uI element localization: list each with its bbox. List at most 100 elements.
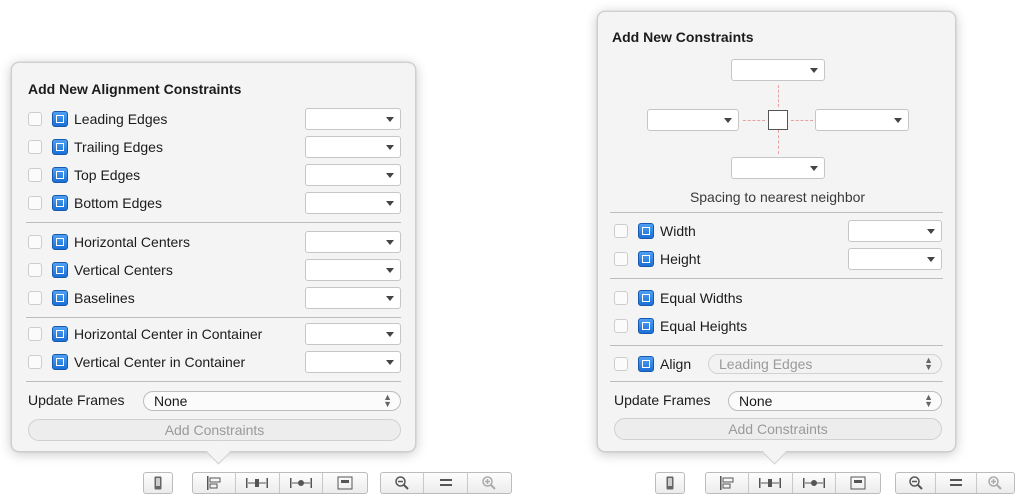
chevron-down-icon[interactable] bbox=[810, 68, 818, 73]
height-value-combo[interactable] bbox=[848, 248, 942, 270]
zoom-out-icon[interactable] bbox=[381, 473, 425, 493]
align-type-value: Leading Edges bbox=[719, 356, 813, 372]
zoom-button-group bbox=[380, 472, 512, 494]
zoom-in-icon[interactable] bbox=[468, 473, 511, 493]
row-label: Bottom Edges bbox=[74, 195, 162, 211]
divider bbox=[610, 345, 943, 346]
constraint-row-leading-edges[interactable]: Leading Edges bbox=[28, 106, 167, 132]
resolve-icon[interactable] bbox=[280, 473, 323, 493]
equal-widths-checkbox[interactable] bbox=[614, 291, 628, 305]
chevron-down-icon[interactable] bbox=[894, 118, 902, 123]
align-icon[interactable] bbox=[706, 473, 750, 493]
width-value-combo[interactable] bbox=[848, 220, 942, 242]
actual-size-icon[interactable] bbox=[936, 473, 977, 493]
equal-heights-checkbox[interactable] bbox=[614, 319, 628, 333]
bottom-spacing-combo[interactable] bbox=[731, 157, 825, 179]
top-edges-offset-combo[interactable] bbox=[305, 164, 401, 186]
baselines-checkbox[interactable] bbox=[28, 291, 42, 305]
constraint-row-width[interactable]: Width bbox=[614, 218, 696, 244]
trailing-spacing-combo[interactable] bbox=[815, 109, 909, 131]
chevron-down-icon[interactable] bbox=[386, 173, 394, 178]
device-icon[interactable] bbox=[656, 473, 684, 493]
pin-icon[interactable] bbox=[236, 473, 280, 493]
top-spacing-combo[interactable] bbox=[731, 59, 825, 81]
zoom-in-icon[interactable] bbox=[977, 473, 1014, 493]
leading-spacing-combo[interactable] bbox=[647, 109, 739, 131]
update-frames-popup[interactable]: None ▲ ▼ bbox=[143, 391, 401, 411]
align-top-edges-icon bbox=[52, 167, 68, 183]
vertical-centers-offset-combo[interactable] bbox=[305, 259, 401, 281]
horizontal-center-in-container-checkbox[interactable] bbox=[28, 327, 42, 341]
actual-size-icon[interactable] bbox=[424, 473, 468, 493]
add-constraints-button[interactable]: Add Constraints bbox=[614, 418, 942, 440]
top-edges-checkbox[interactable] bbox=[28, 168, 42, 182]
chevron-down-icon[interactable] bbox=[810, 166, 818, 171]
chevron-down-icon[interactable] bbox=[386, 296, 394, 301]
trailing-edges-offset-combo[interactable] bbox=[305, 136, 401, 158]
constraint-row-equal-heights[interactable]: Equal Heights bbox=[614, 313, 747, 339]
chevron-down-icon[interactable] bbox=[386, 145, 394, 150]
horizontal-center-in-container-offset-combo[interactable] bbox=[305, 323, 401, 345]
trailing-edges-checkbox[interactable] bbox=[28, 140, 42, 154]
trailing-strut[interactable] bbox=[791, 120, 813, 121]
width-checkbox[interactable] bbox=[614, 224, 628, 238]
row-label: Vertical Centers bbox=[74, 262, 173, 278]
leading-edges-checkbox[interactable] bbox=[28, 112, 42, 126]
leading-strut[interactable] bbox=[743, 120, 765, 121]
vertical-centers-checkbox[interactable] bbox=[28, 263, 42, 277]
constraint-row-equal-widths[interactable]: Equal Widths bbox=[614, 285, 742, 311]
chevron-down-icon[interactable] bbox=[386, 268, 394, 273]
horizontal-centers-offset-combo[interactable] bbox=[305, 231, 401, 253]
pin-icon[interactable] bbox=[749, 473, 793, 493]
device-icon[interactable] bbox=[144, 473, 172, 493]
constraint-row-top-edges[interactable]: Top Edges bbox=[28, 162, 140, 188]
chevron-down-icon[interactable] bbox=[724, 118, 732, 123]
resizing-icon[interactable] bbox=[323, 473, 367, 493]
chevron-down-icon[interactable] bbox=[927, 257, 935, 262]
update-frames-label: Update Frames bbox=[28, 392, 125, 408]
vertical-center-in-container-checkbox[interactable] bbox=[28, 355, 42, 369]
update-frames-popup[interactable]: None ▲ ▼ bbox=[728, 391, 942, 411]
top-strut[interactable] bbox=[778, 85, 779, 107]
horizontal-centers-checkbox[interactable] bbox=[28, 235, 42, 249]
row-label: Vertical Center in Container bbox=[74, 354, 246, 370]
align-type-popup[interactable]: Leading Edges ▲ ▼ bbox=[708, 354, 942, 374]
constraint-row-bottom-edges[interactable]: Bottom Edges bbox=[28, 190, 162, 216]
width-constraint-icon bbox=[638, 223, 654, 239]
add-constraints-button[interactable]: Add Constraints bbox=[28, 419, 401, 441]
chevron-down-icon[interactable] bbox=[386, 332, 394, 337]
bottom-strut[interactable] bbox=[778, 130, 779, 154]
constraint-row-vertical-centers[interactable]: Vertical Centers bbox=[28, 257, 173, 283]
bottom-edges-checkbox[interactable] bbox=[28, 196, 42, 210]
chevron-down-icon[interactable] bbox=[386, 201, 394, 206]
constraint-row-vertical-center-in-container[interactable]: Vertical Center in Container bbox=[28, 349, 245, 375]
height-checkbox[interactable] bbox=[614, 252, 628, 266]
row-label: Baselines bbox=[74, 290, 135, 306]
constraint-row-horizontal-centers[interactable]: Horizontal Centers bbox=[28, 229, 190, 255]
divider bbox=[610, 278, 943, 279]
constraint-row-baselines[interactable]: Baselines bbox=[28, 285, 135, 311]
up-down-arrows-icon: ▲ ▼ bbox=[383, 392, 392, 409]
baselines-offset-combo[interactable] bbox=[305, 287, 401, 309]
update-frames-label: Update Frames bbox=[614, 392, 711, 408]
constraint-row-trailing-edges[interactable]: Trailing Edges bbox=[28, 134, 163, 160]
up-down-arrows-icon: ▲ ▼ bbox=[924, 355, 933, 372]
center-x-in-container-icon bbox=[52, 326, 68, 342]
bottom-edges-offset-combo[interactable] bbox=[305, 192, 401, 214]
leading-edges-offset-combo[interactable] bbox=[305, 108, 401, 130]
resolve-icon[interactable] bbox=[793, 473, 836, 493]
align-checkbox[interactable] bbox=[614, 357, 628, 371]
chevron-down-icon[interactable] bbox=[386, 117, 394, 122]
align-icon[interactable] bbox=[193, 473, 237, 493]
row-label: Align bbox=[660, 356, 692, 372]
chevron-down-icon[interactable] bbox=[927, 229, 935, 234]
zoom-out-icon[interactable] bbox=[896, 473, 937, 493]
constraint-row-height[interactable]: Height bbox=[614, 246, 700, 272]
constraint-row-horizontal-center-in-container[interactable]: Horizontal Center in Container bbox=[28, 321, 262, 347]
chevron-down-icon[interactable] bbox=[386, 240, 394, 245]
vertical-center-in-container-offset-combo[interactable] bbox=[305, 351, 401, 373]
constraint-row-align[interactable]: Align bbox=[614, 351, 691, 377]
center-y-in-container-icon bbox=[52, 354, 68, 370]
chevron-down-icon[interactable] bbox=[386, 360, 394, 365]
resizing-icon[interactable] bbox=[836, 473, 880, 493]
